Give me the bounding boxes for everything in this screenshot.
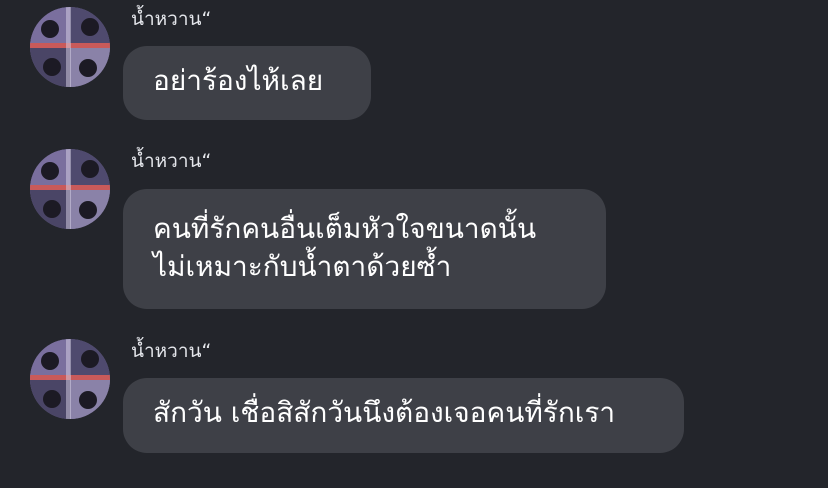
sender-name: น้ำหวาน“ xyxy=(131,150,212,172)
avatar[interactable] xyxy=(30,7,110,87)
avatar[interactable] xyxy=(30,149,110,229)
message-text: อย่าร้องไห้เลย xyxy=(153,64,324,97)
avatar[interactable] xyxy=(30,339,110,419)
message-text-line-2: ไม่เหมาะกับน้ำตาด้วยซ้ำ xyxy=(153,250,452,283)
sender-name: น้ำหวาน“ xyxy=(131,340,212,362)
message-bubble[interactable]: อย่าร้องไห้เลย xyxy=(123,46,371,120)
sender-name: น้ำหวาน“ xyxy=(131,8,212,30)
message-bubble[interactable]: คนที่รักคนอื่นเต็มหัวใจขนาดนั้น ไม่เหมาะ… xyxy=(123,189,606,309)
message-bubble[interactable]: สักวัน เชื่อสิสักวันนึงต้องเจอคนที่รักเร… xyxy=(123,378,684,453)
message-text: สักวัน เชื่อสิสักวันนึงต้องเจอคนที่รักเร… xyxy=(153,396,616,429)
message-text-line-1: คนที่รักคนอื่นเต็มหัวใจขนาดนั้น xyxy=(153,212,537,245)
